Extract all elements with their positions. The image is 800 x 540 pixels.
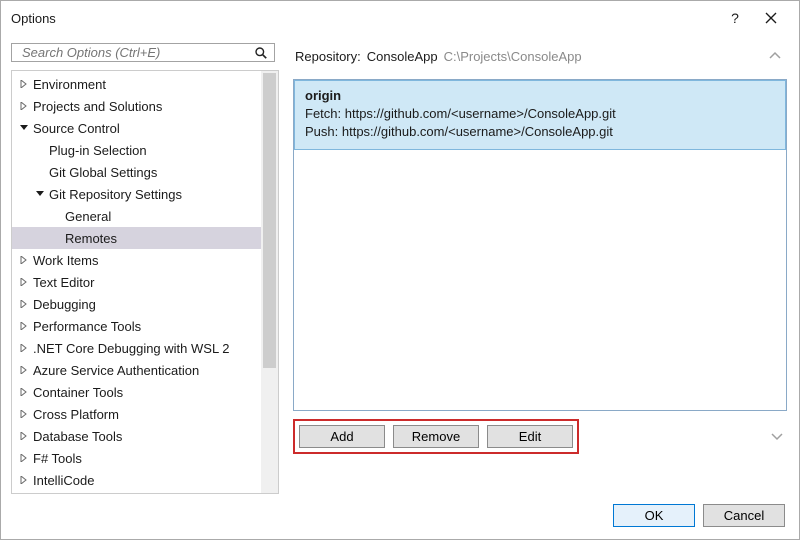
cancel-button[interactable]: Cancel [703, 504, 785, 527]
tree-node-azure-auth[interactable]: Azure Service Authentication [12, 359, 261, 381]
tree-node-label: Performance Tools [33, 319, 141, 334]
chevron-right-icon [18, 278, 29, 286]
close-icon [765, 12, 777, 24]
chevron-right-icon [18, 344, 29, 352]
add-button[interactable]: Add [299, 425, 385, 448]
chevron-right-icon [18, 476, 29, 484]
chevron-down-icon [18, 124, 29, 132]
tree-node-label: .NET Core Debugging with WSL 2 [33, 341, 230, 356]
remote-actions-highlight: Add Remove Edit [293, 419, 579, 454]
tree-node-label: IntelliCode [33, 473, 94, 488]
tree-node-projects-and-solutions[interactable]: Projects and Solutions [12, 95, 261, 117]
chevron-right-icon [18, 454, 29, 462]
remotes-list[interactable]: origin Fetch: https://github.com/<userna… [293, 79, 787, 411]
chevron-up-icon[interactable] [765, 48, 785, 64]
tree-node-label: Plug-in Selection [49, 143, 147, 158]
tree-node-intellicode[interactable]: IntelliCode [12, 469, 261, 491]
tree-node-label: F# Tools [33, 451, 82, 466]
repository-name: ConsoleApp [367, 49, 438, 64]
repository-label: Repository: [295, 49, 361, 64]
chevron-right-icon [18, 366, 29, 374]
tree-node-label: Container Tools [33, 385, 123, 400]
close-button[interactable] [753, 3, 789, 33]
tree-node-label: Projects and Solutions [33, 99, 162, 114]
scrollbar-thumb[interactable] [263, 73, 276, 368]
ok-button[interactable]: OK [613, 504, 695, 527]
chevron-right-icon [18, 256, 29, 264]
remove-button[interactable]: Remove [393, 425, 479, 448]
tree-node-git-global-settings[interactable]: Git Global Settings [12, 161, 261, 183]
tree-node-label: Database Tools [33, 429, 122, 444]
chevron-right-icon [18, 388, 29, 396]
tree-node-work-items[interactable]: Work Items [12, 249, 261, 271]
chevron-right-icon [18, 300, 29, 308]
tree-node-text-editor[interactable]: Text Editor [12, 271, 261, 293]
chevron-right-icon [18, 410, 29, 418]
tree-node-label: Text Editor [33, 275, 94, 290]
tree-node-label: General [65, 209, 111, 224]
tree-node-git-repository-settings[interactable]: Git Repository Settings [12, 183, 261, 205]
remote-fetch: Fetch: https://github.com/<username>/Con… [305, 105, 775, 123]
tree-node-database-tools[interactable]: Database Tools [12, 425, 261, 447]
remote-name: origin [305, 87, 775, 105]
search-icon[interactable] [254, 46, 268, 60]
tree-node-label: Remotes [65, 231, 117, 246]
search-input[interactable] [20, 44, 254, 61]
tree-node-source-control[interactable]: Source Control [12, 117, 261, 139]
tree-node-container-tools[interactable]: Container Tools [12, 381, 261, 403]
tree-node-label: Azure Service Authentication [33, 363, 199, 378]
tree-node-remotes[interactable]: Remotes [12, 227, 261, 249]
edit-button[interactable]: Edit [487, 425, 573, 448]
tree-node-net-core-wsl2[interactable]: .NET Core Debugging with WSL 2 [12, 337, 261, 359]
tree-node-debugging[interactable]: Debugging [12, 293, 261, 315]
repository-path: C:\Projects\ConsoleApp [444, 49, 582, 64]
tree-node-performance-tools[interactable]: Performance Tools [12, 315, 261, 337]
tree-node-label: Git Global Settings [49, 165, 157, 180]
remote-push: Push: https://github.com/<username>/Cons… [305, 123, 775, 141]
tree-node-general[interactable]: General [12, 205, 261, 227]
tree-node-fsharp-tools[interactable]: F# Tools [12, 447, 261, 469]
options-tree[interactable]: Environment Projects and Solutions Sourc… [12, 71, 261, 493]
help-button[interactable]: ? [717, 3, 753, 33]
chevron-down-icon[interactable] [767, 429, 787, 445]
window-title: Options [11, 11, 56, 26]
tree-node-label: Work Items [33, 253, 99, 268]
tree-node-label: Debugging [33, 297, 96, 312]
tree-node-label: Git Repository Settings [49, 187, 182, 202]
chevron-right-icon [18, 80, 29, 88]
chevron-right-icon [18, 432, 29, 440]
tree-node-label: Source Control [33, 121, 120, 136]
tree-node-label: Cross Platform [33, 407, 119, 422]
tree-node-label: Environment [33, 77, 106, 92]
tree-node-environment[interactable]: Environment [12, 73, 261, 95]
remote-item[interactable]: origin Fetch: https://github.com/<userna… [294, 80, 786, 150]
tree-node-cross-platform[interactable]: Cross Platform [12, 403, 261, 425]
search-input-wrap[interactable] [11, 43, 275, 62]
chevron-down-icon [34, 190, 45, 198]
chevron-right-icon [18, 102, 29, 110]
tree-scrollbar[interactable] [261, 71, 278, 493]
tree-node-plugin-selection[interactable]: Plug-in Selection [12, 139, 261, 161]
chevron-right-icon [18, 322, 29, 330]
